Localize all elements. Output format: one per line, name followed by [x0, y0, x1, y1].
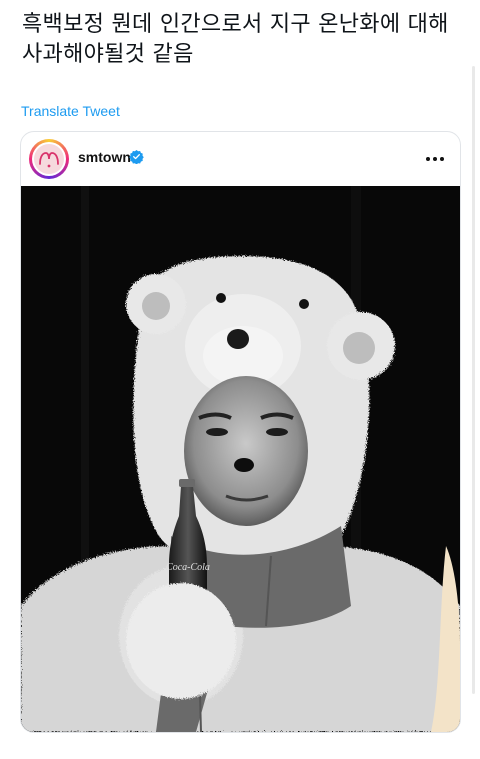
instagram-embed-card[interactable]: smtown Coca-Cola	[20, 131, 461, 733]
tweet-text: 흑백보정 뭔데 인간으로서 지구 온난화에 대해 사과해야될것 같음	[22, 10, 452, 70]
verified-badge-icon	[129, 149, 144, 164]
polar-bear-costume-photo: Coca-Cola	[21, 186, 460, 732]
more-options-icon[interactable]	[422, 146, 448, 172]
embed-username[interactable]: smtown	[78, 149, 131, 165]
tweet-text-line-1: 흑백보정 뭔데 인간으로서 지구 온난화에 대해	[22, 12, 449, 37]
tweet-text-line-2: 사과해야될것 같음	[22, 42, 194, 67]
avatar[interactable]	[29, 139, 69, 179]
translate-tweet-link[interactable]: Translate Tweet	[21, 103, 120, 119]
smtown-logo-icon	[34, 144, 64, 174]
scrollbar[interactable]	[472, 66, 475, 694]
embed-photo[interactable]: Coca-Cola	[21, 186, 460, 732]
embed-header: smtown	[21, 132, 460, 186]
bottle-label: Coca-Cola	[166, 562, 210, 573]
